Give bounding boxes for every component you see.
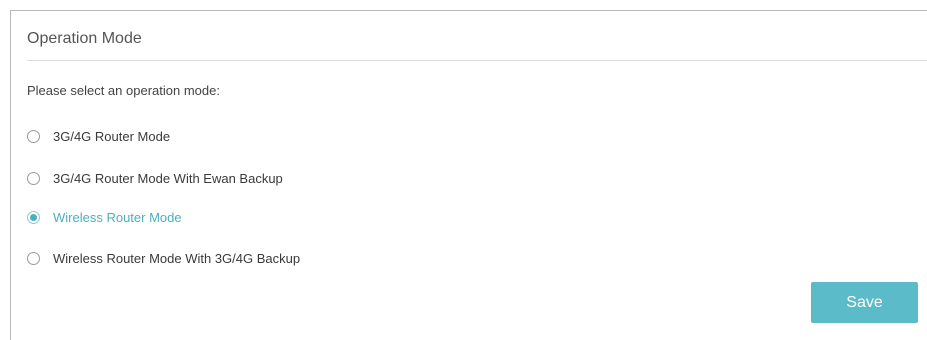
- radio-button-selected[interactable]: [27, 210, 40, 224]
- mode-prompt: Please select an operation mode:: [27, 83, 220, 98]
- save-button[interactable]: Save: [811, 282, 918, 323]
- mode-option-label: 3G/4G Router Mode With Ewan Backup: [53, 170, 283, 186]
- radio-button[interactable]: [27, 171, 40, 185]
- radio-button[interactable]: [27, 251, 40, 265]
- mode-option-wireless-router[interactable]: Wireless Router Mode: [27, 208, 182, 226]
- operation-mode-panel: Operation Mode Please select an operatio…: [10, 10, 927, 340]
- mode-option-3g4g-router[interactable]: 3G/4G Router Mode: [27, 127, 170, 145]
- title-divider: [27, 60, 927, 61]
- mode-option-label: Wireless Router Mode With 3G/4G Backup: [53, 250, 301, 266]
- mode-option-3g4g-router-ewan-backup[interactable]: 3G/4G Router Mode With Ewan Backup: [27, 169, 283, 187]
- mode-option-label: 3G/4G Router Mode: [53, 128, 171, 144]
- radio-button[interactable]: [27, 129, 40, 143]
- mode-option-label: Wireless Router Mode: [53, 209, 182, 225]
- panel-title: Operation Mode: [27, 30, 142, 47]
- mode-option-wireless-router-3g4g-backup[interactable]: Wireless Router Mode With 3G/4G Backup: [27, 249, 300, 267]
